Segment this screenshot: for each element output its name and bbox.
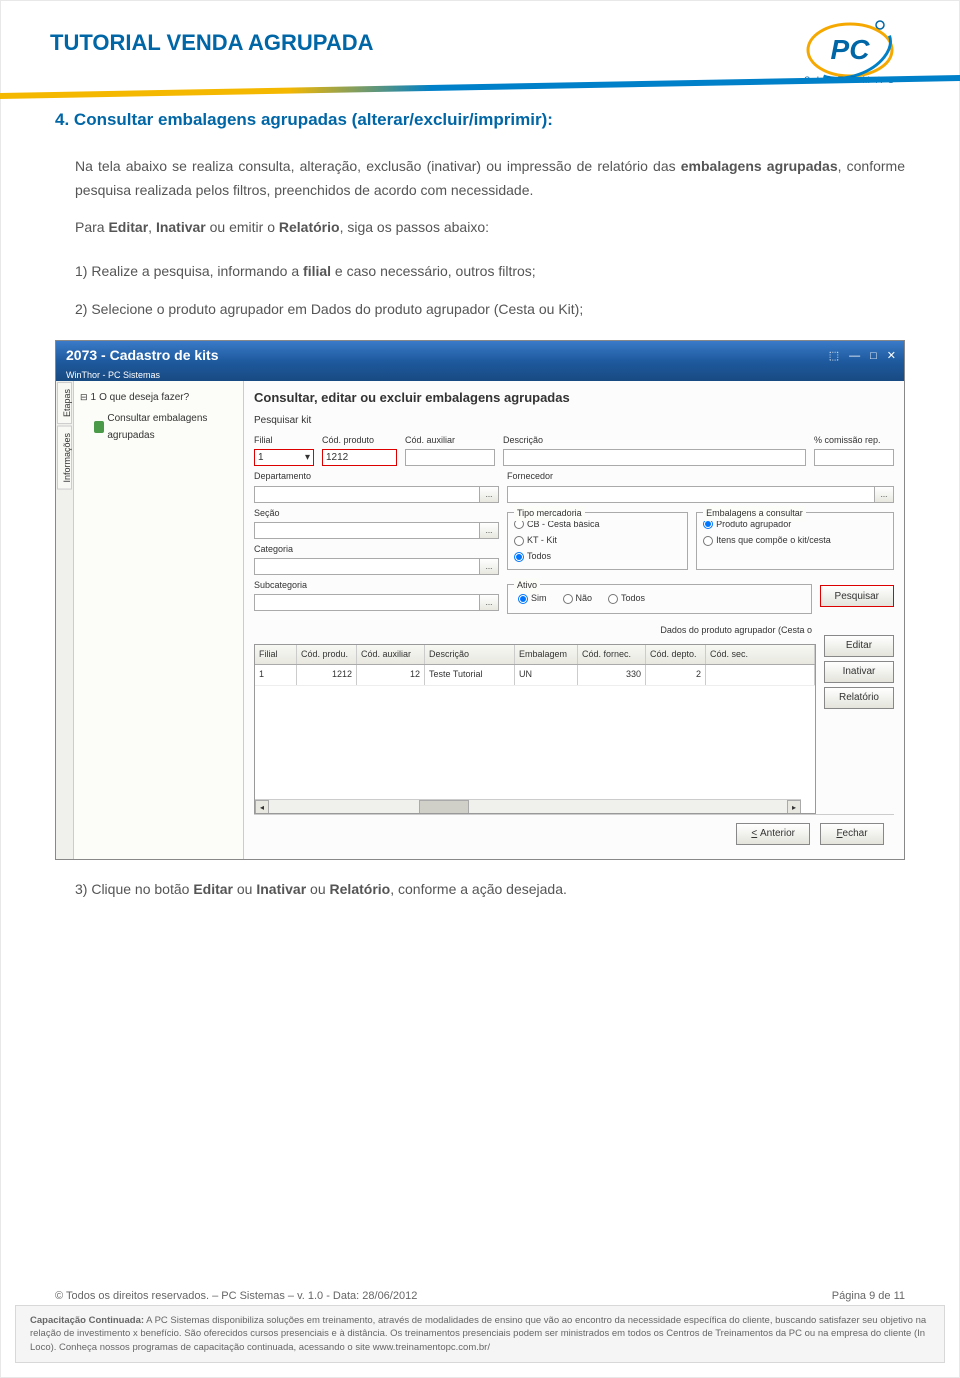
col-cod-fornec[interactable]: Cód. fornec. bbox=[578, 645, 646, 664]
tutorial-title: TUTORIAL VENDA AGRUPADA bbox=[50, 30, 910, 56]
scroll-left-icon[interactable]: ◂ bbox=[255, 800, 269, 814]
col-embalagem[interactable]: Embalagem bbox=[515, 645, 578, 664]
footer-caption: Capacitação Continuada: A PC Sistemas di… bbox=[15, 1305, 945, 1363]
col-cod-depto[interactable]: Cód. depto. bbox=[646, 645, 706, 664]
tab-informacoes[interactable]: Informações bbox=[57, 426, 72, 490]
radio-itens[interactable]: Itens que compõe o kit/cesta bbox=[703, 533, 887, 548]
scroll-right-icon[interactable]: ▸ bbox=[787, 800, 801, 814]
minimize-icon[interactable]: — bbox=[849, 347, 860, 366]
page-number: Página 9 de 11 bbox=[832, 1290, 905, 1302]
window-titlebar: 2073 - Cadastro de kits WinThor - PC Sis… bbox=[56, 341, 904, 381]
copyright-text: © Todos os direitos reservados. – PC Sis… bbox=[55, 1290, 417, 1302]
table-row[interactable]: 1 1212 12 Teste Tutorial UN 330 2 bbox=[255, 665, 815, 685]
ativo-group: Ativo Sim Não Todos bbox=[507, 584, 812, 613]
grid-header-row: Filial Cód. produ. Cód. auxiliar Descriç… bbox=[255, 645, 815, 665]
radio-kt[interactable]: KT - Kit bbox=[514, 533, 681, 548]
scroll-thumb[interactable] bbox=[419, 800, 469, 814]
col-descricao[interactable]: Descrição bbox=[425, 645, 515, 664]
window-controls: ⬚ — □ ✕ bbox=[829, 347, 896, 366]
page-footer: © Todos os direitos reservados. – PC Sis… bbox=[0, 1290, 960, 1378]
col-filial[interactable]: Filial bbox=[255, 645, 297, 664]
restore-icon[interactable]: ⬚ bbox=[829, 347, 839, 366]
maximize-icon[interactable]: □ bbox=[870, 347, 877, 366]
results-grid[interactable]: Filial Cód. produ. Cód. auxiliar Descriç… bbox=[254, 644, 816, 814]
svg-text:PC: PC bbox=[831, 34, 871, 65]
tab-etapas[interactable]: Etapas bbox=[57, 382, 72, 424]
radio-nao[interactable]: Não bbox=[563, 591, 593, 606]
tipo-mercadoria-group: Tipo mercadoria CB - Cesta básica KT - K… bbox=[507, 512, 688, 571]
col-cod-aux[interactable]: Cód. auxiliar bbox=[357, 645, 425, 664]
col-cod-prod[interactable]: Cód. produ. bbox=[297, 645, 357, 664]
close-icon[interactable]: ✕ bbox=[887, 347, 896, 366]
page-header: TUTORIAL VENDA AGRUPADA PC S I S T E M A… bbox=[0, 0, 960, 66]
horizontal-scrollbar[interactable]: ◂ ▸ bbox=[255, 799, 801, 813]
radio-todos-ativo[interactable]: Todos bbox=[608, 591, 645, 606]
col-cod-sec[interactable]: Cód. sec. bbox=[706, 645, 815, 664]
embalagens-consultar-group: Embalagens a consultar Produto agrupador… bbox=[696, 512, 894, 571]
window-title: 2073 - Cadastro de kits bbox=[66, 344, 894, 368]
window-subtitle: WinThor - PC Sistemas bbox=[66, 368, 894, 383]
radio-todos[interactable]: Todos bbox=[514, 549, 681, 564]
